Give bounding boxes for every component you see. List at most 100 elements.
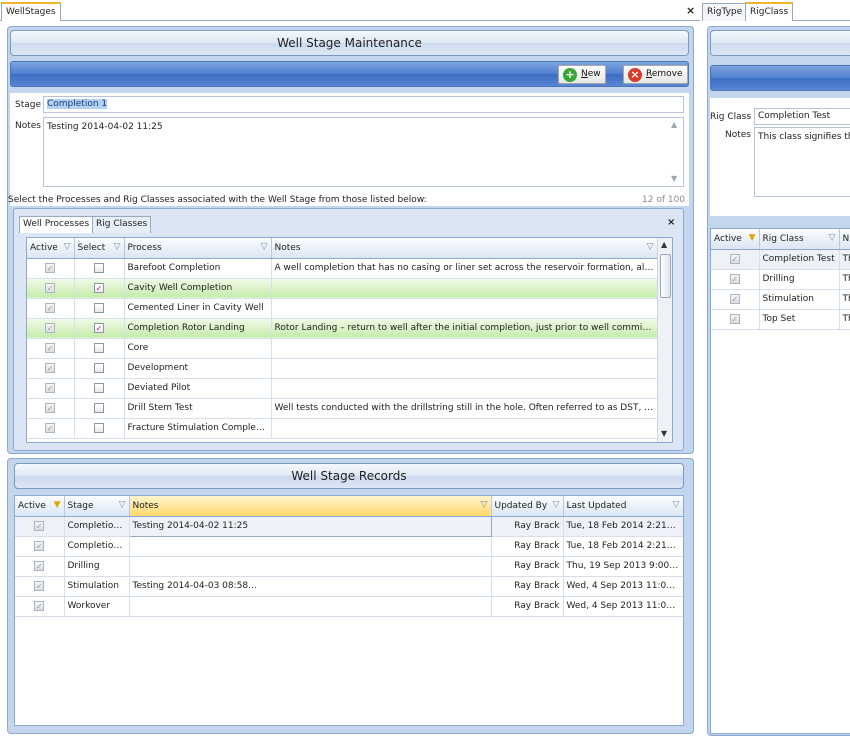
- checkbox[interactable]: [94, 262, 104, 273]
- scroll-down-icon[interactable]: ▼: [661, 429, 667, 438]
- table-row[interactable]: ✓ DrillingTh: [711, 269, 850, 290]
- close-icon[interactable]: ×: [667, 217, 675, 228]
- stage-cell: Workover: [64, 596, 130, 617]
- column-header-notes[interactable]: Notes ▽: [271, 238, 658, 259]
- checkbox: ✓: [729, 273, 740, 284]
- new-button[interactable]: + New: [558, 65, 606, 84]
- select-cell[interactable]: ✓: [74, 318, 125, 339]
- column-header-stage[interactable]: Stage ▽: [64, 496, 130, 517]
- last-updated-cell: Wed, 4 Sep 2013 11:05am: [563, 576, 683, 597]
- table-row[interactable]: ✓ Completion 1 Testing 2014-04-02 11:25 Ray…: [15, 515, 683, 537]
- table-row[interactable]: ✓ Barefoot Completion A well completion th…: [27, 258, 658, 279]
- table-row[interactable]: ✓ ✓ Completion Rotor Landing Rotor Landing …: [27, 318, 658, 339]
- column-header-active[interactable]: Active ▼: [711, 229, 760, 250]
- table-row[interactable]: ✓ Cemented Liner in Cavity Well: [27, 298, 658, 319]
- stage-cell: Stimulation: [64, 576, 130, 597]
- notes-cell: Th: [839, 309, 850, 330]
- process-cell: Drill Stem Test: [124, 398, 272, 419]
- checkbox[interactable]: ✓: [94, 322, 104, 333]
- column-header-last-updated[interactable]: Last Updated ▽: [563, 496, 683, 517]
- table-row[interactable]: ✓ Top SetTh: [711, 309, 850, 330]
- scroll-up-icon[interactable]: ▲: [661, 240, 667, 249]
- column-header-rig-class[interactable]: Rig Class ▽: [759, 229, 840, 250]
- tab-wellstages[interactable]: WellStages: [1, 2, 61, 21]
- table-row[interactable]: ✓ Core: [27, 338, 658, 359]
- checkbox[interactable]: [94, 302, 104, 313]
- stage-input[interactable]: Completion 1: [43, 96, 684, 113]
- table-row[interactable]: ✓ Workover Ray Brack Wed, 4 Sep 2013 11:05a…: [15, 596, 683, 617]
- rig-class-input[interactable]: Completion Test: [754, 108, 850, 125]
- tab-rigtype[interactable]: RigType: [702, 3, 748, 21]
- checkbox[interactable]: [94, 342, 104, 353]
- funnel-icon[interactable]: ▽: [119, 500, 126, 510]
- funnel-icon[interactable]: ▽: [261, 242, 268, 252]
- tab-rigclass[interactable]: RigClass: [745, 2, 794, 21]
- checkbox: ✓: [34, 580, 45, 591]
- select-cell[interactable]: [74, 398, 125, 419]
- scroll-up-icon[interactable]: ▲: [671, 120, 677, 129]
- table-row[interactable]: ✓ Completion 2 Ray Brack Tue, 18 Feb 2014 2…: [15, 536, 683, 557]
- checkbox[interactable]: [94, 362, 104, 373]
- notes-textarea[interactable]: Testing 2014-04-02 11:25: [43, 117, 684, 187]
- table-row[interactable]: ✓ Deviated Pilot: [27, 378, 658, 399]
- table-row[interactable]: ✓ Completion TestTh: [711, 249, 850, 270]
- column-header-active[interactable]: Active ▼: [15, 496, 65, 517]
- table-row[interactable]: ✓ StimulationTh: [711, 289, 850, 310]
- checkbox: ✓: [45, 402, 56, 413]
- table-row[interactable]: ✓ Fracture Stimulation Completion: [27, 418, 658, 439]
- table-row[interactable]: ✓ ✓ Cavity Well Completion: [27, 278, 658, 299]
- notes-cell[interactable]: Testing 2014-04-02 11:25: [128, 515, 492, 537]
- select-cell[interactable]: [74, 338, 125, 359]
- column-header-process[interactable]: Process ▽: [124, 238, 272, 259]
- active-cell: ✓: [27, 338, 75, 359]
- column-header-notes[interactable]: Notes ▽: [129, 496, 492, 517]
- select-cell[interactable]: [74, 298, 125, 319]
- table-row[interactable]: ✓ Development: [27, 358, 658, 379]
- checkbox[interactable]: ✓: [94, 282, 104, 293]
- tab-rig-classes[interactable]: Rig Classes: [92, 216, 152, 233]
- rig-class-cell: Stimulation: [759, 289, 840, 310]
- table-row[interactable]: ✓ Drill Stem Test Well tests conducted wit…: [27, 398, 658, 419]
- scroll-down-icon[interactable]: ▼: [671, 174, 677, 183]
- remove-button[interactable]: × Remove: [623, 65, 688, 84]
- funnel-icon[interactable]: ▼: [749, 233, 756, 243]
- funnel-icon[interactable]: ▼: [54, 500, 61, 510]
- processes-scrollbar[interactable]: ▲ ▼: [657, 238, 672, 442]
- processes-grid: Active ▽ Select ▽ Process ▽ Notes ▽ ✓ Barefoo…: [26, 237, 673, 443]
- funnel-icon[interactable]: ▽: [114, 242, 121, 252]
- table-row[interactable]: ✓ Stimulation Testing 2014-04-03 08:58... R…: [15, 576, 683, 597]
- select-cell[interactable]: [74, 418, 125, 439]
- funnel-icon[interactable]: ▽: [64, 242, 71, 252]
- updated-by-cell: Ray Brack: [491, 516, 564, 537]
- funnel-icon[interactable]: ▽: [673, 500, 680, 510]
- select-cell[interactable]: ✓: [74, 278, 125, 299]
- checkbox[interactable]: [94, 382, 104, 393]
- column-header-notes[interactable]: N: [839, 229, 850, 250]
- tab-well-processes[interactable]: Well Processes: [19, 216, 94, 233]
- rig-notes-label: Notes: [725, 130, 751, 140]
- checkbox[interactable]: [94, 402, 104, 413]
- select-cell[interactable]: [74, 358, 125, 379]
- notes-scrollbar[interactable]: ▲ ▼: [668, 118, 683, 186]
- rig-notes-textarea[interactable]: This class signifies th: [754, 127, 850, 197]
- select-cell[interactable]: [74, 378, 125, 399]
- column-header-active[interactable]: Active ▽: [27, 238, 75, 259]
- notes-label: Notes: [15, 121, 41, 131]
- funnel-icon[interactable]: ▽: [481, 500, 488, 510]
- checkbox: ✓: [729, 313, 740, 324]
- funnel-icon[interactable]: ▽: [647, 242, 654, 252]
- notes-cell: Rotor Landing – return to well after the…: [271, 318, 658, 339]
- column-header-updated-by[interactable]: Updated By ▽: [491, 496, 564, 517]
- toolbar: + New × Remove: [10, 61, 689, 87]
- scroll-thumb[interactable]: [660, 254, 671, 298]
- notes-cell: [271, 358, 658, 379]
- close-icon[interactable]: ×: [686, 4, 695, 17]
- funnel-icon[interactable]: ▽: [553, 500, 560, 510]
- select-cell[interactable]: [74, 258, 125, 279]
- funnel-icon[interactable]: ▽: [829, 233, 836, 243]
- table-row[interactable]: ✓ Drilling Ray Brack Thu, 19 Sep 2013 9:00a…: [15, 556, 683, 577]
- column-header-select[interactable]: Select ▽: [74, 238, 125, 259]
- stage-cell: Drilling: [64, 556, 130, 577]
- checkbox[interactable]: [94, 422, 104, 433]
- process-cell: Completion Rotor Landing: [124, 318, 272, 339]
